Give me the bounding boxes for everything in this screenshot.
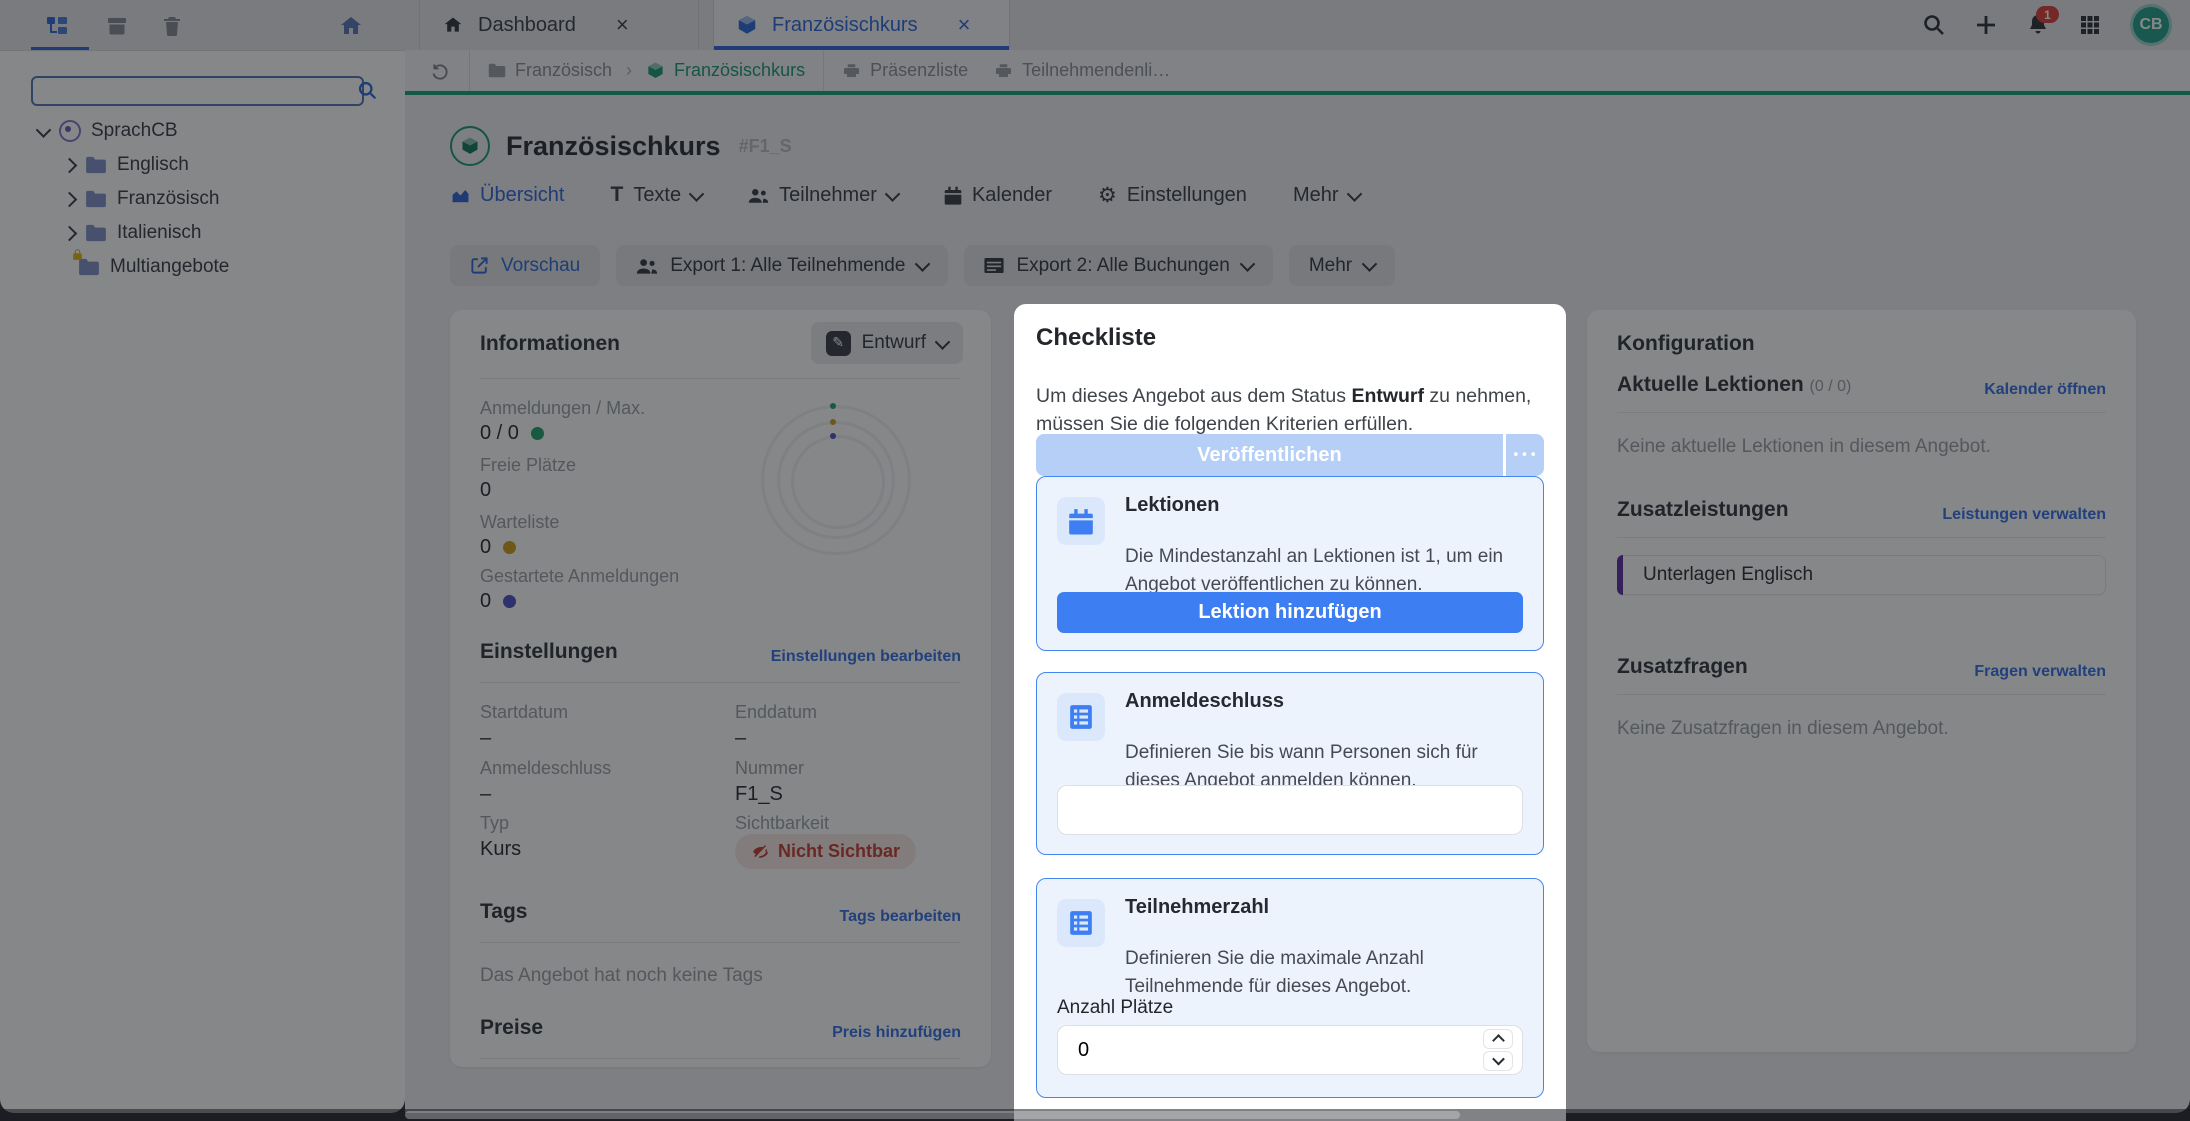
card-description: Definieren Sie die maximale Anzahl Teiln… [1125,945,1520,1001]
horizontal-scrollbar[interactable] [0,1109,2190,1121]
stepper-down-icon[interactable] [1483,1051,1513,1071]
add-lesson-button[interactable]: Lektion hinzufügen [1057,592,1523,633]
card-title: Lektionen [1125,494,1219,517]
stepper-up-icon[interactable] [1483,1029,1513,1049]
seats-stepper [1057,1025,1523,1075]
publish-button[interactable]: Veröffentlichen [1036,434,1503,476]
checklist-card-teilnehmerzahl: Teilnehmerzahl Definieren Sie die maxima… [1036,878,1544,1098]
deadline-input[interactable] [1057,785,1523,835]
list-icon [1057,899,1105,947]
seats-label: Anzahl Plätze [1057,997,1173,1019]
publish-split-button: Veröffentlichen ••• [1036,434,1544,476]
modal-description: Um dieses Angebot aus dem Status Entwurf… [1036,382,1541,438]
seats-input[interactable] [1057,1025,1523,1075]
scrollbar-thumb[interactable] [405,1111,1460,1119]
list-icon [1057,693,1105,741]
publish-more-options-button[interactable]: ••• [1506,434,1544,476]
checklist-card-lektionen: Lektionen Die Mindestanzahl an Lektionen… [1036,476,1544,651]
calendar-icon [1057,497,1105,545]
checklist-card-anmeldeschluss: Anmeldeschluss Definieren Sie bis wann P… [1036,672,1544,855]
checklist-modal: Checkliste Um dieses Angebot aus dem Sta… [1014,304,1566,1121]
card-title: Anmeldeschluss [1125,690,1284,713]
card-title: Teilnehmerzahl [1125,896,1269,919]
modal-title: Checkliste [1036,324,1156,352]
app-window: SprachCB Englisch Französisch Italienisc… [0,0,2190,1121]
card-description: Die Mindestanzahl an Lektionen ist 1, um… [1125,543,1520,599]
